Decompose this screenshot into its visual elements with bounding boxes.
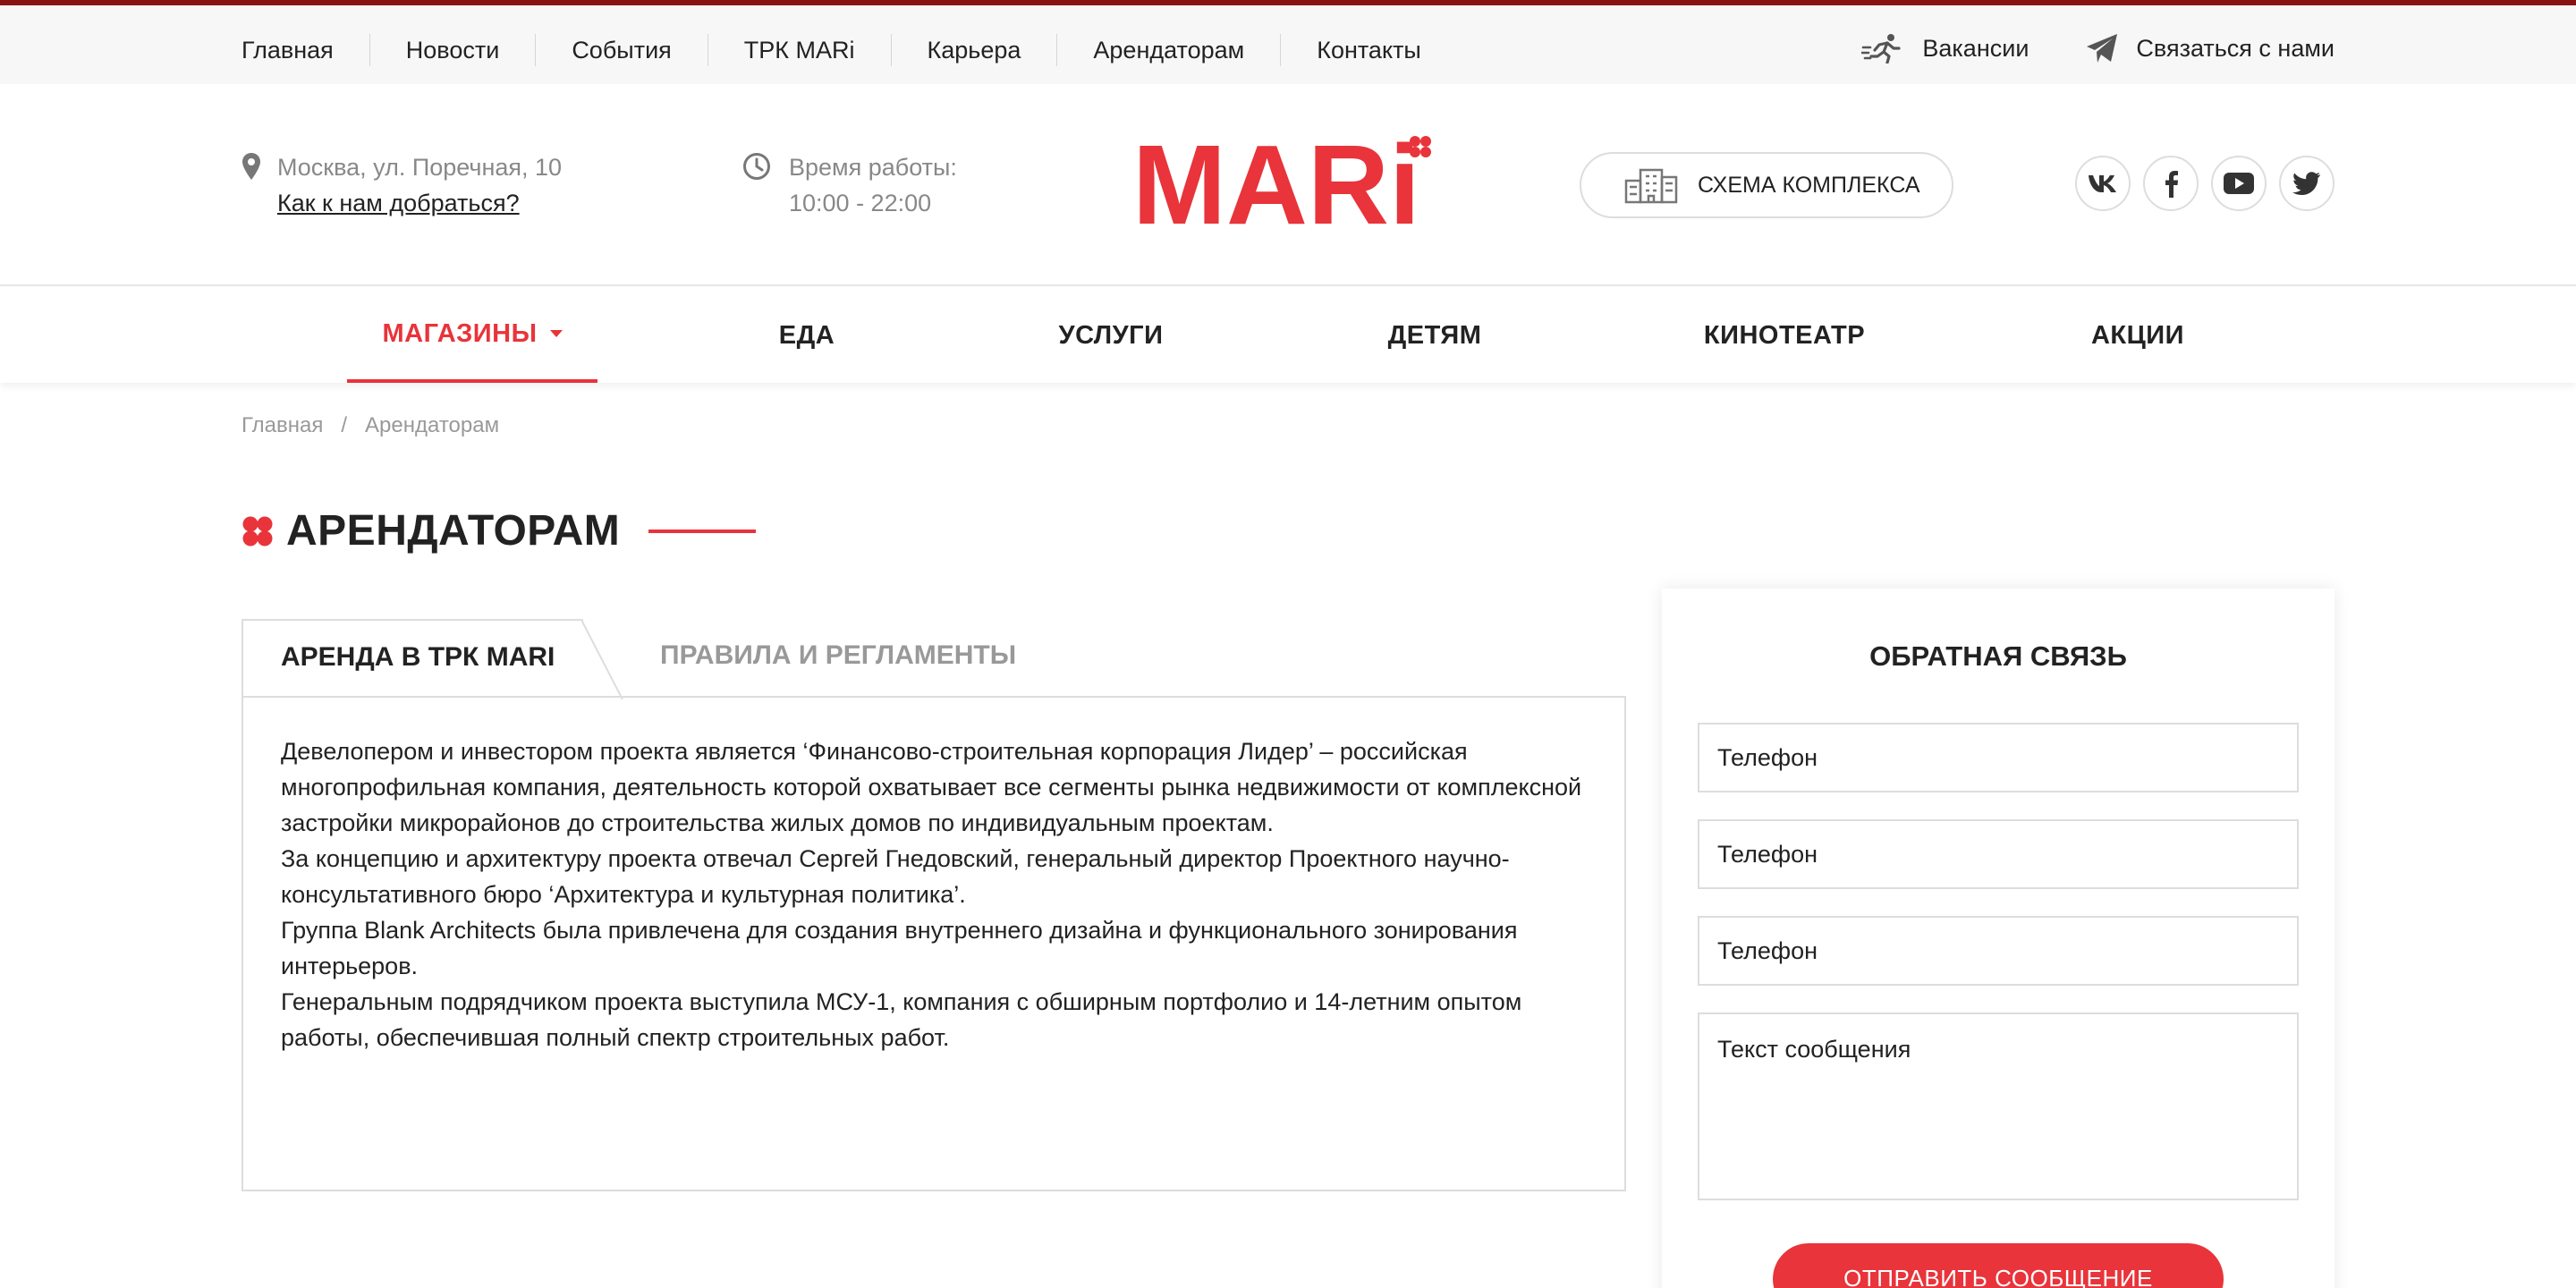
breadcrumb: Главная / Арендаторам (242, 413, 499, 438)
topnav-link-career[interactable]: Карьера (890, 34, 1057, 66)
social-links (2075, 156, 2334, 211)
running-man-icon (1861, 34, 1901, 64)
facebook-button[interactable] (2143, 156, 2199, 211)
hours-value: 10:00 - 22:00 (789, 190, 932, 216)
page-title: АРЕНДАТОРАМ (286, 507, 621, 555)
mainnav-item-food[interactable]: ЕДА (735, 288, 878, 383)
topnav-link-events[interactable]: События (535, 34, 707, 66)
scheme-button-label: СХЕМА КОМПЛЕКСА (1698, 172, 1920, 198)
address-text: Москва, ул. Поречная, 10 (277, 154, 563, 181)
topnav-link-tenants[interactable]: Арендаторам (1056, 34, 1280, 66)
contact-us-link[interactable]: Связаться с нами (2086, 30, 2334, 66)
top-nav: Главная Новости События ТРК MARi Карьера… (242, 34, 1457, 66)
topnav-link-news[interactable]: Новости (369, 34, 536, 66)
caret-down-icon (549, 330, 563, 337)
vk-icon (2089, 175, 2116, 192)
tab-slant-divider (581, 619, 623, 699)
breadcrumb-home[interactable]: Главная (242, 413, 323, 438)
topnav-link-contacts[interactable]: Контакты (1280, 34, 1457, 66)
clock-icon (743, 153, 770, 180)
youtube-icon (2224, 173, 2254, 194)
vk-button[interactable] (2075, 156, 2131, 211)
phone-field-2[interactable]: Телефон (1698, 819, 2299, 889)
breadcrumb-current: Арендаторам (365, 413, 500, 437)
scheme-button[interactable]: СХЕМА КОМПЛЕКСА (1580, 152, 1953, 218)
site-header: Москва, ул. Поречная, 10 Как к нам добра… (0, 84, 2576, 286)
top-bar: Главная Новости События ТРК MARi Карьера… (0, 0, 2576, 84)
youtube-button[interactable] (2211, 156, 2267, 211)
mainnav-item-cinema[interactable]: КИНОТЕАТР (1682, 288, 1887, 383)
twitter-button[interactable] (2279, 156, 2334, 211)
mainnav-item-shops-label: МАГАЗИНЫ (382, 318, 538, 348)
paragraph-developer: Девелопером и инвестором проекта являетс… (281, 738, 1582, 836)
paragraph-architecture: За концепцию и архитектуру проекта отвеч… (281, 845, 1510, 908)
page-title-block: АРЕНДАТОРАМ (242, 506, 757, 555)
twitter-icon (2292, 172, 2320, 195)
tab-rent[interactable]: АРЕНДА В ТРК MARI (242, 619, 583, 699)
mainnav-item-promo[interactable]: АКЦИИ (2057, 288, 2218, 383)
main-nav: МАГАЗИНЫ ЕДА УСЛУГИ ДЕТЯМ КИНОТЕАТР АКЦИ… (0, 288, 2576, 383)
contact-us-label: Связаться с нами (2136, 35, 2334, 62)
phone-field-1[interactable]: Телефон (1698, 723, 2299, 792)
top-right-links: Вакансии Связаться с нами (1861, 30, 2334, 66)
submit-button[interactable]: ОТПРАВИТЬ СООБЩЕНИЕ (1773, 1243, 2224, 1288)
vacancies-label: Вакансии (1922, 35, 2029, 62)
phone-field-3[interactable]: Телефон (1698, 916, 2299, 986)
topnav-link-home[interactable]: Главная (242, 34, 369, 66)
feedback-form: ОБРАТНАЯ СВЯЗЬ Телефон Телефон Телефон Т… (1662, 589, 2334, 1288)
tab-panel: Девелопером и инвестором проекта являетс… (242, 696, 1626, 1191)
tabs: АРЕНДА В ТРК MARI ПРАВИЛА И РЕГЛАМЕНТЫ (242, 619, 1626, 699)
feedback-title: ОБРАТНАЯ СВЯЗЬ (1869, 640, 2127, 672)
mainnav-item-services[interactable]: УСЛУГИ (1013, 288, 1209, 383)
flower-icon (242, 516, 273, 546)
map-pin-icon (242, 153, 260, 180)
building-icon (1624, 168, 1678, 204)
logo-text: MARi (1132, 134, 1420, 233)
paragraph-contractor: Генеральным подрядчиком проекта выступил… (281, 988, 1522, 1051)
paper-plane-icon (2087, 34, 2118, 63)
tab-rent-label: АРЕНДА В ТРК MARI (281, 642, 555, 672)
vacancies-link[interactable]: Вакансии (1861, 30, 2029, 66)
route-link[interactable]: Как к нам добраться? (277, 186, 520, 220)
message-field[interactable]: Текст сообщения (1698, 1013, 2299, 1200)
mari-logo[interactable]: MARi (1132, 134, 1445, 233)
tab-rules[interactable]: ПРАВИЛА И РЕГЛАМЕНТЫ (660, 640, 1016, 671)
breadcrumb-separator: / (341, 413, 348, 437)
topnav-link-about[interactable]: ТРК MARi (707, 34, 891, 66)
facebook-icon (2165, 171, 2178, 198)
hours-label: Время работы: (789, 154, 957, 181)
paragraph-design: Группа Blank Architects была привлечена … (281, 917, 1518, 979)
title-underline (648, 529, 757, 533)
mainnav-item-shops[interactable]: МАГАЗИНЫ (347, 288, 597, 383)
mainnav-item-kids[interactable]: ДЕТЯМ (1336, 288, 1533, 383)
